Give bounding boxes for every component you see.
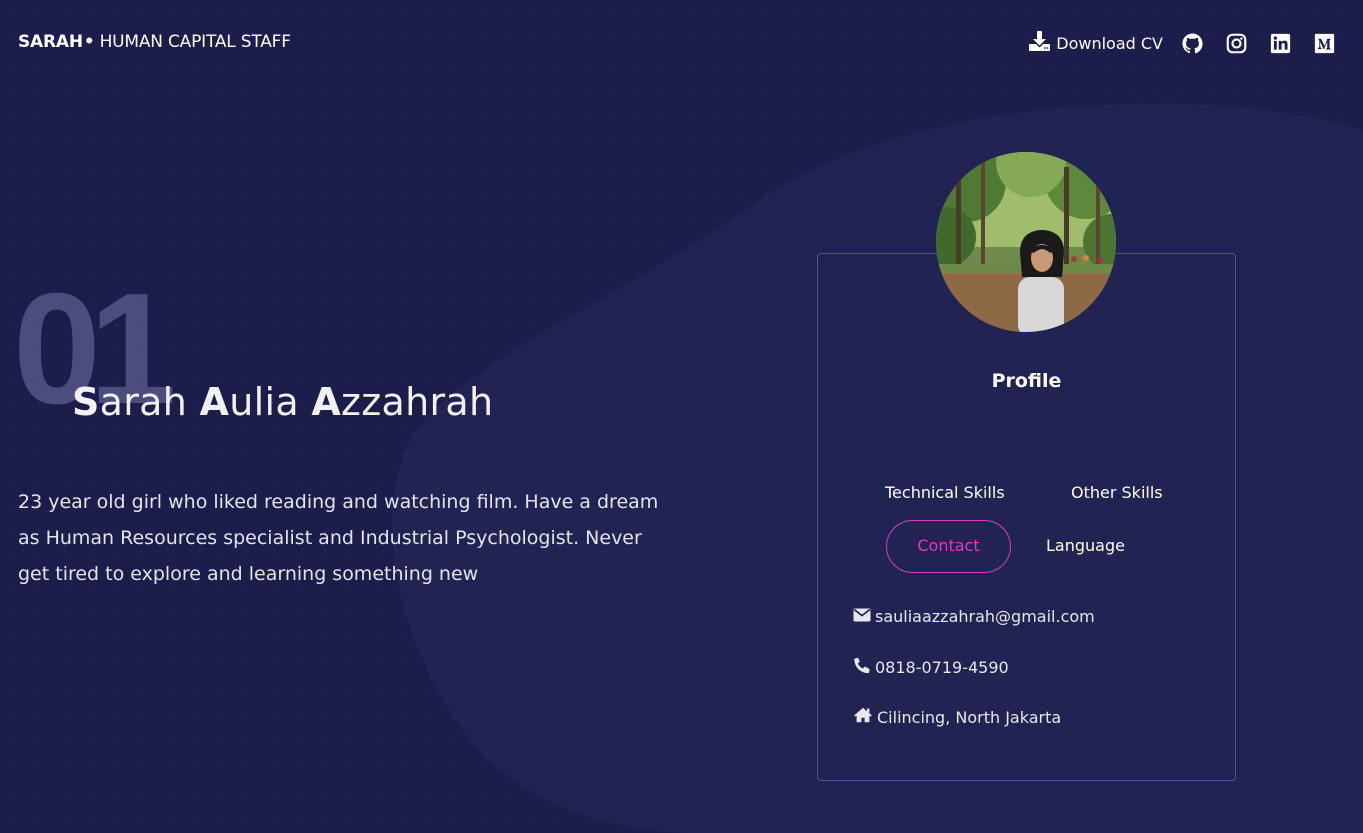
tab-contact[interactable]: Contact xyxy=(886,520,1011,573)
brand-name: SARAH xyxy=(18,32,83,52)
name-rest-3: zzahrah xyxy=(341,380,494,424)
page: SARAH • HUMAN CAPITAL STAFF Download CV xyxy=(0,0,1363,833)
name-initial-2: A xyxy=(199,380,230,424)
name-rest-1: arah xyxy=(99,380,200,424)
contact-address-text: Cilincing, North Jakarta xyxy=(877,707,1062,727)
contact-phone-text: 0818-0719-4590 xyxy=(875,658,1009,677)
brand-dot: • xyxy=(83,32,95,52)
name-rest-2: ulia xyxy=(229,380,312,424)
instagram-icon[interactable] xyxy=(1225,32,1248,55)
hero-name: Sarah Aulia Azzahrah xyxy=(72,380,493,424)
profile-title: Profile xyxy=(991,370,1062,392)
tab-other-skills[interactable]: Other Skills xyxy=(1071,483,1163,502)
github-icon[interactable] xyxy=(1181,32,1204,55)
profile-avatar xyxy=(936,152,1116,332)
contact-address: Cilincing, North Jakarta xyxy=(853,707,1061,727)
tab-language[interactable]: Language xyxy=(1046,536,1125,555)
name-initial-1: S xyxy=(72,380,100,424)
phone-icon xyxy=(853,657,871,678)
name-initial-3: A xyxy=(311,380,342,424)
nav-actions: Download CV xyxy=(1028,30,1336,56)
download-icon xyxy=(1028,30,1051,56)
contact-email-text: sauliaazzahrah@gmail.com xyxy=(875,607,1095,626)
profile-card xyxy=(817,253,1236,781)
contact-phone: 0818-0719-4590 xyxy=(853,657,1009,678)
brand-logo[interactable]: SARAH • HUMAN CAPITAL STAFF xyxy=(18,32,291,52)
brand-role: HUMAN CAPITAL STAFF xyxy=(99,32,291,52)
home-icon xyxy=(853,707,873,727)
hero-description: 23 year old girl who liked reading and w… xyxy=(18,491,659,585)
download-cv-label: Download CV xyxy=(1056,33,1163,53)
download-cv-link[interactable]: Download CV xyxy=(1028,30,1163,56)
linkedin-icon[interactable] xyxy=(1269,32,1292,55)
tab-technical-skills[interactable]: Technical Skills xyxy=(885,483,1005,502)
contact-email: sauliaazzahrah@gmail.com xyxy=(853,607,1095,626)
medium-icon[interactable] xyxy=(1313,32,1336,55)
envelope-icon xyxy=(853,607,871,626)
